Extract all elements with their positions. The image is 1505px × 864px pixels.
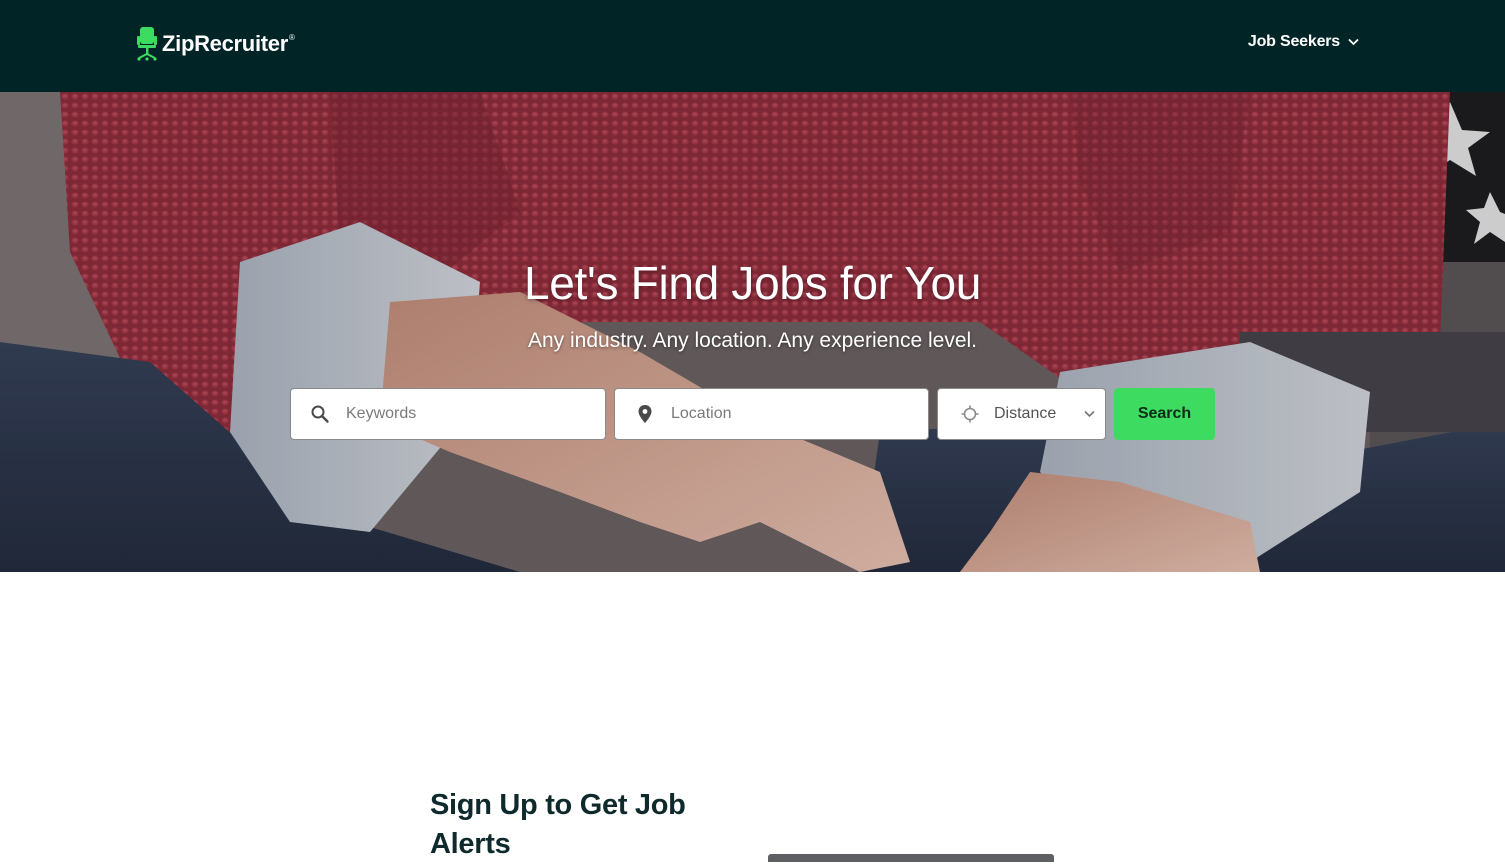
top-navigation-bar: ZipRecruiter® Job Seekers [0, 0, 1505, 92]
location-input[interactable] [671, 389, 928, 439]
distance-select[interactable]: Distance [937, 388, 1106, 440]
job-seekers-menu-label: Job Seekers [1247, 33, 1340, 50]
job-seekers-menu[interactable]: Job Seekers [1248, 33, 1359, 51]
signup-title: Sign Up to Get Job Alerts [430, 789, 686, 860]
chevron-down-icon [1348, 38, 1359, 46]
app-preview-image [768, 854, 1054, 862]
search-button[interactable]: Search [1114, 388, 1215, 440]
ziprecruiter-logo[interactable]: ZipRecruiter® [136, 27, 295, 61]
keywords-field[interactable] [290, 388, 606, 440]
logo-wordmark: ZipRecruiter® [162, 31, 295, 56]
hero-section: Let's Find Jobs for You Any industry. An… [0, 92, 1505, 572]
location-field[interactable] [614, 388, 929, 440]
hero-subtitle: Any industry. Any location. Any experien… [527, 329, 978, 352]
chevron-down-icon [1084, 410, 1095, 418]
hero-title: Let's Find Jobs for You [523, 257, 982, 309]
distance-select-label: Distance [994, 405, 1057, 422]
map-pin-icon [638, 405, 652, 423]
crosshair-icon [961, 405, 979, 423]
keywords-input[interactable] [346, 389, 605, 439]
chair-logo-icon [137, 27, 157, 61]
search-icon [311, 405, 329, 423]
